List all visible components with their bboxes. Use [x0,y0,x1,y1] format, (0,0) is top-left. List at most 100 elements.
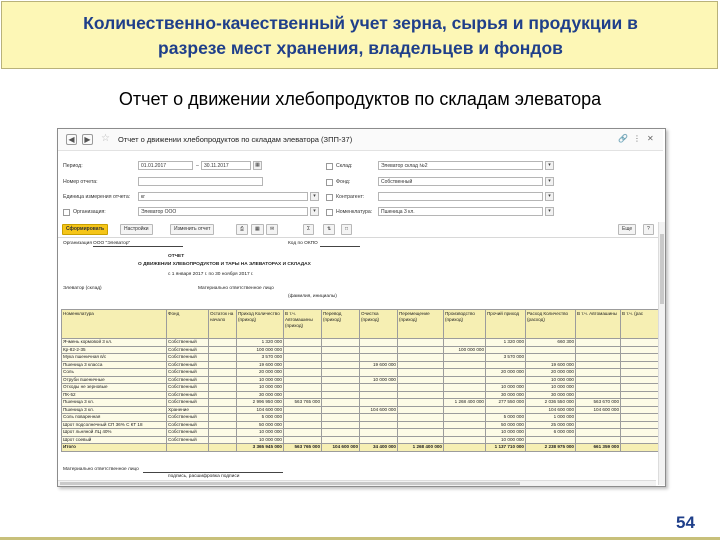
period-from-field[interactable]: 01.01.2017 [138,161,193,170]
table-cell [397,435,444,444]
table-cell: 100 000 000 [236,345,284,354]
unit-field[interactable]: кг [138,192,308,201]
table-cell [283,435,322,444]
scroll-thumb[interactable] [60,482,520,485]
table-cell: Кр-82-2-35 [61,345,167,354]
signature-caption: подпись, расшифровка подписи [168,474,240,479]
period-to-field[interactable]: 30.11.2017 [201,161,251,170]
help-icon[interactable]: ? [643,224,654,235]
counterparty-checkbox[interactable] [326,194,333,201]
table-cell: Собственный [166,413,209,422]
table-cell [443,413,486,422]
table-cell: 3 570 000 [236,353,284,362]
table-cell: Шрот соевый [61,435,167,444]
organization-label: Организация: [73,209,106,215]
warehouse-field[interactable]: Элеватор склад №2 [378,161,543,170]
table-cell [485,360,526,369]
zoom-icon[interactable]: ⇅ [323,224,336,235]
table-cell [208,428,237,437]
table-cell [208,443,237,452]
sum-button[interactable]: Σ [303,224,315,235]
close-icon[interactable]: ✕ [647,134,654,143]
fund-checkbox[interactable] [326,179,333,186]
nomenclature-field[interactable]: Пшеница 3 кл. [378,207,543,216]
table-cell: 10 000 000 [485,428,526,437]
generate-button[interactable]: Сформировать [62,224,109,235]
table-cell: 1 137 710 000 [485,443,526,452]
table-cell [321,390,360,399]
report-number-field[interactable] [138,177,263,186]
chevron-down-icon[interactable]: ▾ [545,177,554,186]
scroll-thumb[interactable] [660,234,664,304]
table-cell [359,383,398,392]
table-cell [397,360,444,369]
warehouse-checkbox[interactable] [326,163,333,170]
chevron-down-icon[interactable]: ▾ [310,192,319,201]
link-icon[interactable]: 🔗 [618,134,628,143]
horizontal-scrollbar[interactable] [58,480,656,486]
table-cell [359,390,398,399]
table-cell [620,390,659,399]
table-cell: Отходы не зерновые [61,383,167,392]
column-header: Перемещение (приход) [397,309,444,339]
table-cell [283,375,322,384]
save-icon[interactable]: ▦ [251,224,264,235]
table-total-row: Итого 3 365 945 000 563 765 000 104 600 000… [61,443,659,452]
column-header: Перевод (приход) [321,309,360,339]
chevron-down-icon[interactable]: ▾ [545,192,554,201]
arrow-left-icon[interactable]: ◀ [66,134,77,145]
table-cell [397,413,444,422]
calendar-icon[interactable]: ▦ [253,161,262,170]
report-subtitle: О ДВИЖЕНИИ ХЛЕБОПРОДУКТОВ И ТАРЫ НА ЭЛЕВ… [138,262,311,267]
table-cell [620,405,659,414]
expand-icon[interactable]: □ [341,224,353,235]
table-cell: Собственный [166,345,209,354]
table-cell [283,413,322,422]
table-cell [321,345,360,354]
print-icon[interactable]: ⎙ [236,224,249,235]
table-cell: Собственный [166,360,209,369]
vertical-scrollbar[interactable] [658,222,665,485]
table-cell: 1 320 000 [236,338,284,347]
more-button[interactable]: Еще [618,224,637,235]
settings-button[interactable]: Настройки [120,224,153,235]
table-cell [575,338,621,347]
chevron-down-icon[interactable]: ▾ [310,207,319,216]
counterparty-field[interactable] [378,192,543,201]
table-cell [525,435,576,444]
chevron-down-icon[interactable]: ▾ [545,207,554,216]
table-cell [397,428,444,437]
organization-checkbox[interactable] [63,209,70,216]
table-cell [620,383,659,392]
table-cell [208,398,237,407]
report-period: с 1 января 2017 г. по 30 ноября 2017 г. [168,272,254,277]
table-cell [208,413,237,422]
fund-field[interactable]: Собственный [378,177,543,186]
signature-line [143,467,283,473]
arrow-right-icon[interactable]: ▶ [82,134,93,145]
table-row: Пшеница 3 кл. Собственный 2 996 950 000 563… [61,398,659,407]
table-cell: Собственный [166,428,209,437]
table-cell: 19 600 000 [525,360,576,369]
star-icon[interactable]: ☆ [101,133,110,144]
table-cell [620,435,659,444]
storage-label: Элеватор (склад) [63,286,102,291]
mail-icon[interactable]: ✉ [266,224,279,235]
organization-field[interactable]: Элеватор ООО [138,207,308,216]
table-cell: 104 600 000 [321,443,360,452]
more-icon[interactable]: ⋮ [633,134,641,143]
change-report-button[interactable]: Изменить отчет [170,224,215,235]
table-cell [443,420,486,429]
table-cell [397,390,444,399]
chevron-down-icon[interactable]: ▾ [545,161,554,170]
table-cell [575,413,621,422]
table-cell: 660 300 [525,338,576,347]
table-cell [620,375,659,384]
nomenclature-checkbox[interactable] [326,209,333,216]
table-row: Пшеница 3 кл. Хранение 104 600 000 104 600 … [61,405,659,414]
table-cell: 100 000 000 [443,345,486,354]
table-cell: 104 600 000 [236,405,284,414]
table-cell: 10 000 000 [236,383,284,392]
table-cell [575,383,621,392]
table-cell [359,353,398,362]
